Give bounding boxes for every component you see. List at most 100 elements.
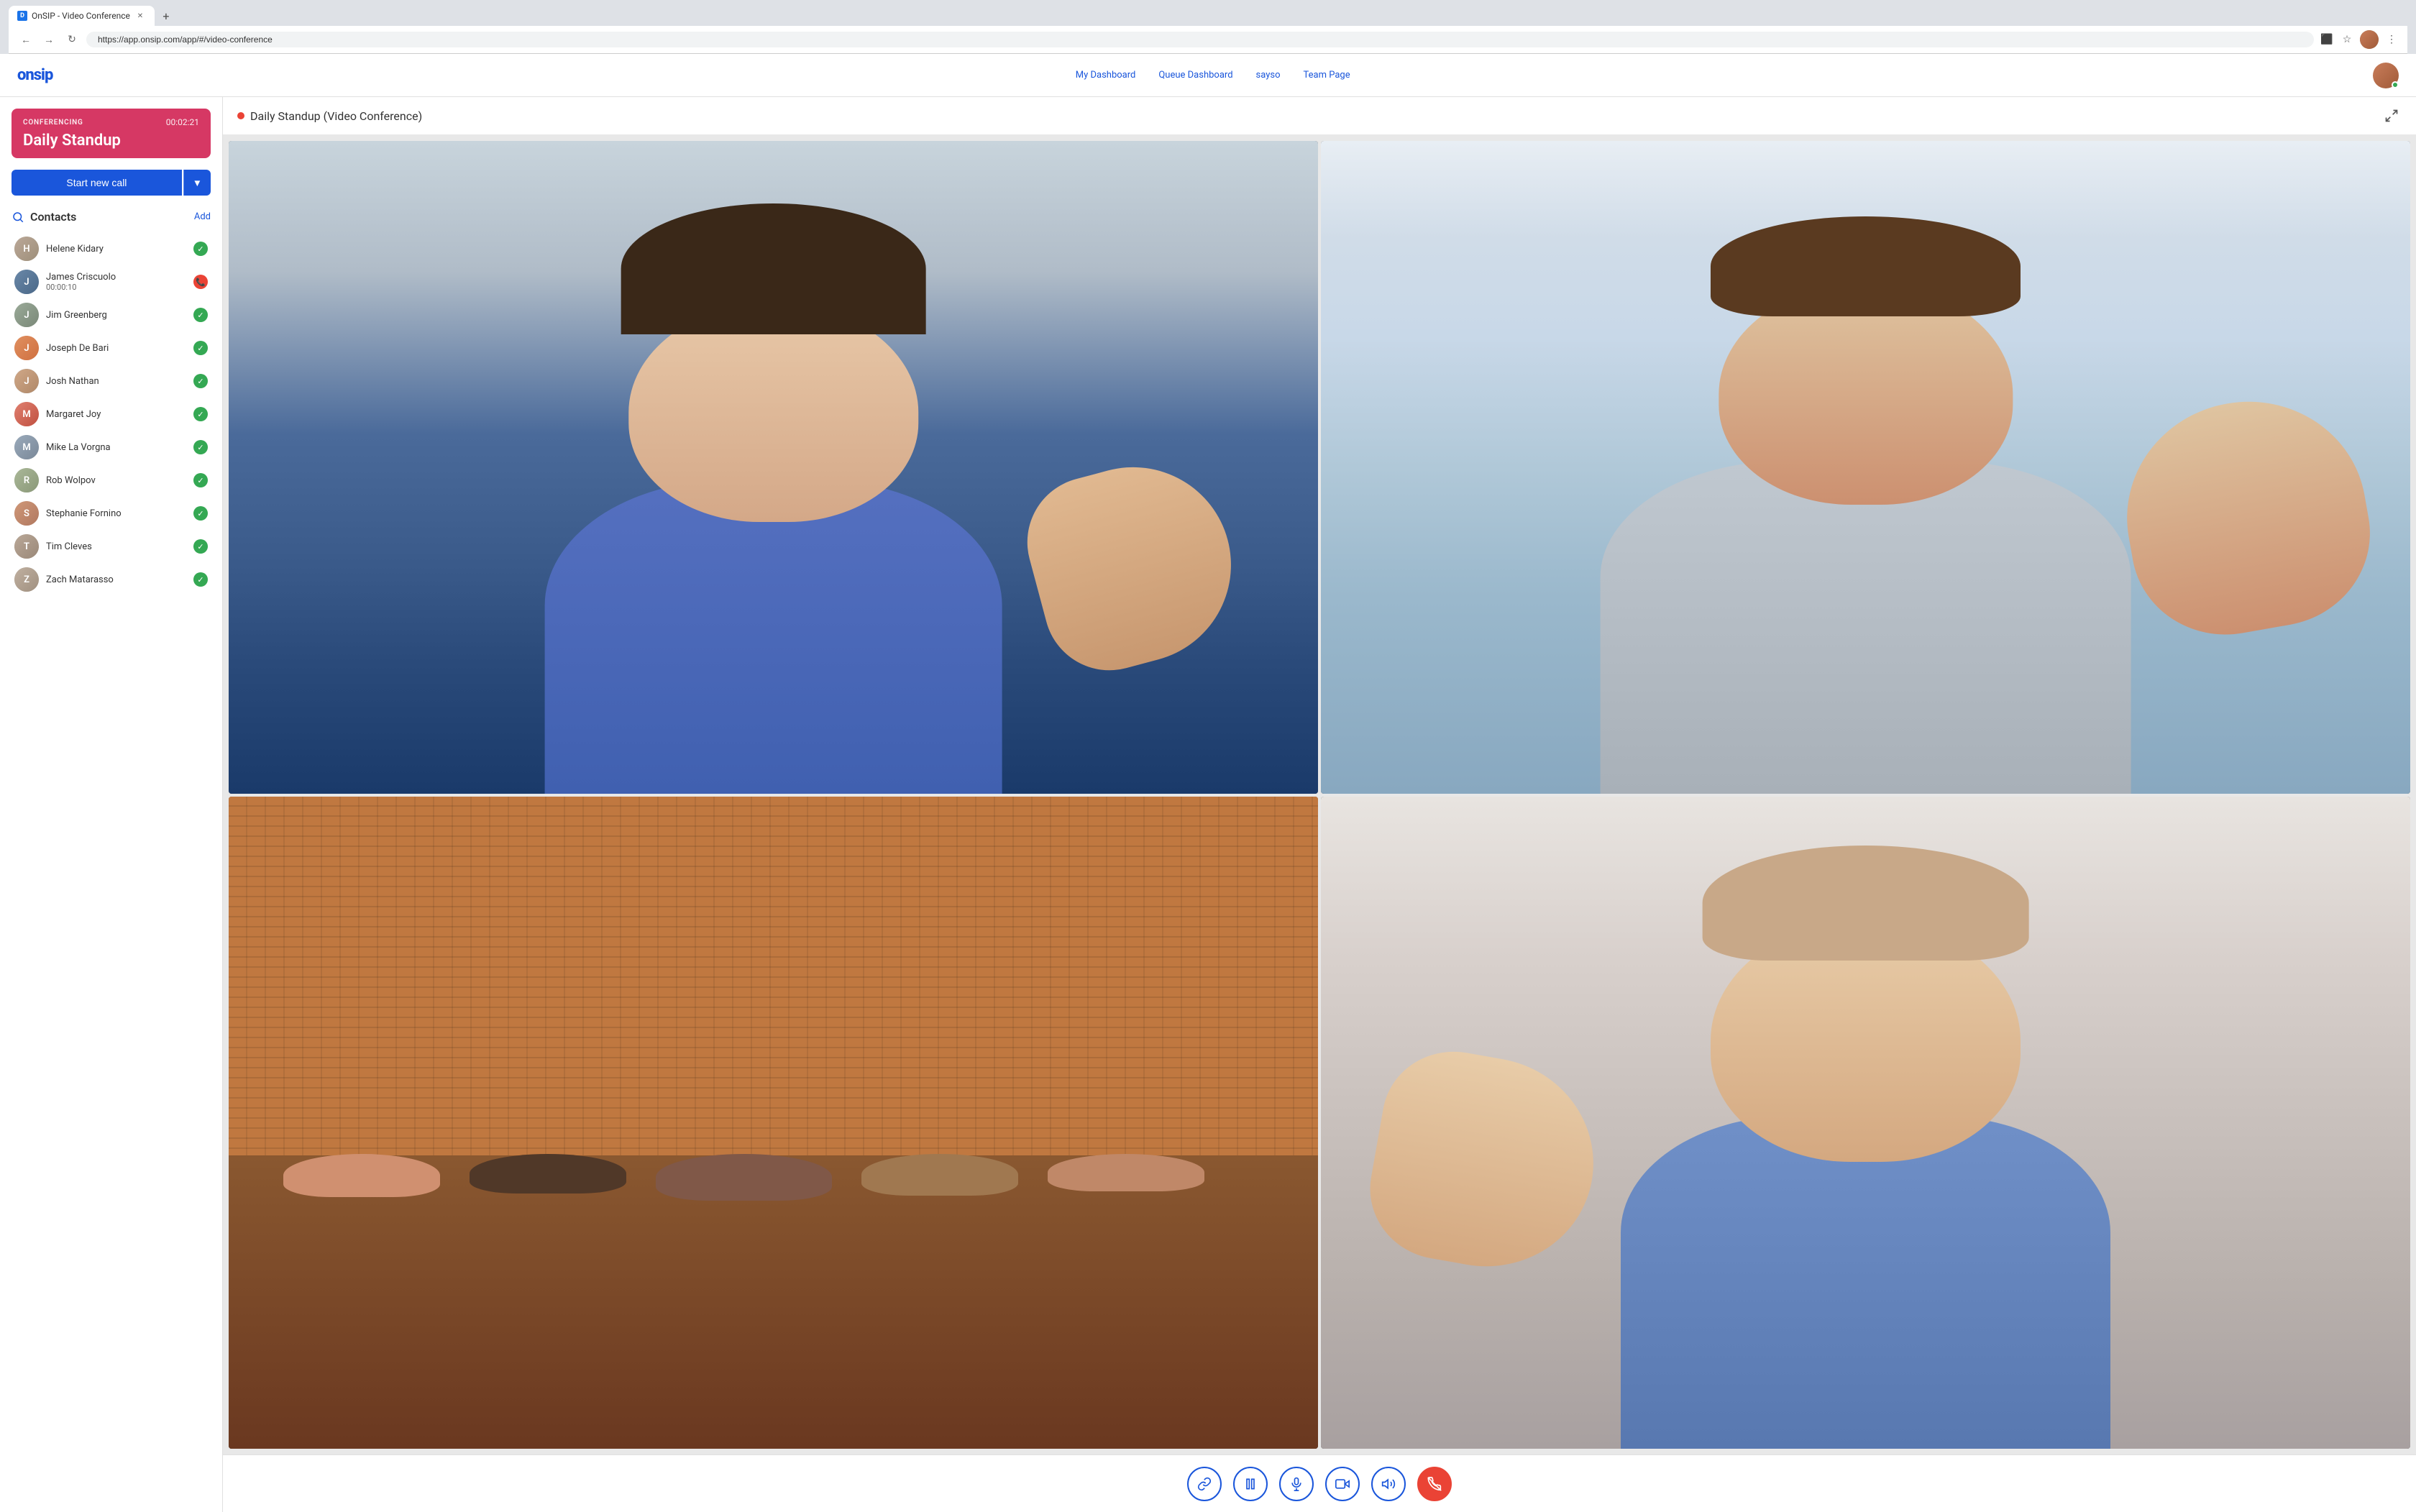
new-tab-button[interactable]: + <box>157 7 175 24</box>
add-contact-link[interactable]: Add <box>194 211 211 222</box>
link-button[interactable] <box>1187 1467 1222 1501</box>
contact-item[interactable]: H Helene Kidary ✓ <box>12 232 211 265</box>
user-avatar-wrapper <box>2373 63 2399 88</box>
tab-title: OnSIP - Video Conference <box>32 11 130 21</box>
contact-item[interactable]: T Tim Cleves ✓ <box>12 530 211 563</box>
contact-avatar: T <box>14 534 39 559</box>
video-header: Daily Standup (Video Conference) <box>223 97 2416 135</box>
contact-name: Margaret Joy <box>46 409 186 420</box>
video-cell-4 <box>1321 797 2410 1449</box>
video-conference-title: Daily Standup (Video Conference) <box>250 109 422 123</box>
contact-info: Margaret Joy <box>46 409 186 420</box>
queue-dashboard-link[interactable]: Queue Dashboard <box>1158 70 1232 81</box>
contact-avatar: Z <box>14 567 39 592</box>
contact-item[interactable]: J James Criscuolo 00:00:10 📞 <box>12 265 211 298</box>
start-call-button[interactable]: Start new call <box>12 170 182 196</box>
contacts-header: Contacts Add <box>12 210 211 224</box>
contacts-title: Contacts <box>30 210 76 224</box>
contact-item[interactable]: J Jim Greenberg ✓ <box>12 298 211 331</box>
contact-status-badge: 📞 <box>193 275 208 289</box>
menu-icon[interactable]: ⋮ <box>2384 32 2399 47</box>
contact-item[interactable]: J Josh Nathan ✓ <box>12 365 211 398</box>
contact-info: Jim Greenberg <box>46 310 186 321</box>
fullscreen-button[interactable] <box>2381 106 2402 126</box>
contact-name: Joseph De Bari <box>46 343 186 354</box>
contact-item[interactable]: Z Zach Matarasso ✓ <box>12 563 211 596</box>
contact-status-badge: ✓ <box>193 407 208 421</box>
volume-button[interactable] <box>1371 1467 1406 1501</box>
video-grid <box>223 135 2416 1454</box>
contact-info: Rob Wolpov <box>46 475 186 486</box>
start-call-row: Start new call ▼ <box>12 170 211 196</box>
microphone-button[interactable] <box>1279 1467 1314 1501</box>
tab-bar: D OnSIP - Video Conference ✕ + <box>9 6 2407 26</box>
contact-item[interactable]: R Rob Wolpov ✓ <box>12 464 211 497</box>
contact-info: Stephanie Fornino <box>46 508 186 519</box>
chrome-user-avatar[interactable] <box>2360 30 2379 49</box>
contact-status-badge: ✓ <box>193 440 208 454</box>
contact-item[interactable]: M Mike La Vorgna ✓ <box>12 431 211 464</box>
forward-button[interactable]: → <box>40 31 58 48</box>
contact-info: Zach Matarasso <box>46 574 186 585</box>
camera-button[interactable] <box>1325 1467 1360 1501</box>
tab-favicon: D <box>17 11 27 21</box>
contact-name: Helene Kidary <box>46 244 186 255</box>
contact-info: Mike La Vorgna <box>46 442 186 453</box>
contact-status-badge: ✓ <box>193 242 208 256</box>
nav-right <box>2373 63 2399 88</box>
recording-dot <box>237 112 244 119</box>
video-cell-2 <box>1321 141 2410 794</box>
contact-info: James Criscuolo 00:00:10 <box>46 272 186 292</box>
conferencing-label: CONFERENCING <box>23 119 83 127</box>
team-page-link[interactable]: Team Page <box>1304 70 1350 81</box>
contact-info: Josh Nathan <box>46 376 186 387</box>
contact-name: Josh Nathan <box>46 376 186 387</box>
contact-avatar: J <box>14 270 39 294</box>
contacts-left: Contacts <box>12 210 76 224</box>
contact-item[interactable]: S Stephanie Fornino ✓ <box>12 497 211 530</box>
top-nav: onsip My Dashboard Queue Dashboard sayso… <box>0 54 2416 97</box>
contact-info: Tim Cleves <box>46 541 186 552</box>
app-container: onsip My Dashboard Queue Dashboard sayso… <box>0 54 2416 1512</box>
browser-chrome: D OnSIP - Video Conference ✕ + ← → ↻ ⬛ ☆… <box>0 0 2416 54</box>
online-indicator <box>2392 81 2399 88</box>
contact-avatar: J <box>14 369 39 393</box>
main-layout: CONFERENCING 00:02:21 Daily Standup Star… <box>0 97 2416 1512</box>
address-bar-row: ← → ↻ ⬛ ☆ ⋮ <box>9 26 2407 54</box>
browser-icons: ⬛ ☆ ⋮ <box>2320 30 2399 49</box>
contact-info: Helene Kidary <box>46 244 186 255</box>
contact-status-badge: ✓ <box>193 506 208 521</box>
contact-name: Mike La Vorgna <box>46 442 186 453</box>
my-dashboard-link[interactable]: My Dashboard <box>1076 70 1136 81</box>
contact-name: Stephanie Fornino <box>46 508 186 519</box>
contact-status-text: 00:00:10 <box>46 283 186 292</box>
contact-status-badge: ✓ <box>193 473 208 487</box>
conferencing-timer: 00:02:21 <box>166 117 199 127</box>
video-cell-1 <box>229 141 1318 794</box>
end-call-button[interactable] <box>1417 1467 1452 1501</box>
contact-item[interactable]: M Margaret Joy ✓ <box>12 398 211 431</box>
contact-item[interactable]: J Joseph De Bari ✓ <box>12 331 211 365</box>
back-button[interactable]: ← <box>17 31 35 48</box>
contact-name: Rob Wolpov <box>46 475 186 486</box>
contact-name: Jim Greenberg <box>46 310 186 321</box>
address-input[interactable] <box>86 32 2314 47</box>
contact-list: H Helene Kidary ✓ J James Criscuolo 00:0… <box>12 232 211 596</box>
video-cell-3 <box>229 797 1318 1449</box>
start-call-dropdown-button[interactable]: ▼ <box>183 170 211 196</box>
contact-avatar: S <box>14 501 39 526</box>
bookmark-icon[interactable]: ☆ <box>2340 32 2354 47</box>
contact-status-badge: ✓ <box>193 308 208 322</box>
tab-close-button[interactable]: ✕ <box>134 10 146 22</box>
video-title-row: Daily Standup (Video Conference) <box>237 109 422 123</box>
sayso-link[interactable]: sayso <box>1256 70 1281 81</box>
cast-icon[interactable]: ⬛ <box>2320 32 2334 47</box>
contact-avatar: R <box>14 468 39 492</box>
conferencing-header: CONFERENCING 00:02:21 <box>23 117 199 127</box>
pause-button[interactable] <box>1233 1467 1268 1501</box>
nav-links: My Dashboard Queue Dashboard sayso Team … <box>1076 70 1350 81</box>
contact-info: Joseph De Bari <box>46 343 186 354</box>
contact-status-badge: ✓ <box>193 341 208 355</box>
active-tab[interactable]: D OnSIP - Video Conference ✕ <box>9 6 155 26</box>
refresh-button[interactable]: ↻ <box>63 31 81 48</box>
